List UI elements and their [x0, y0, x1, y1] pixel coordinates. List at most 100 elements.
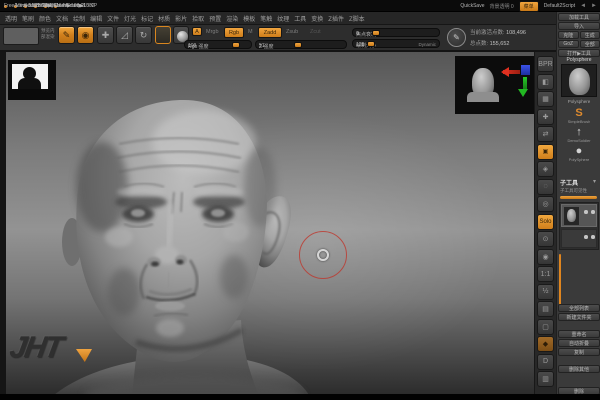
duplicate-button[interactable]: 复制 — [558, 348, 600, 356]
transparency-button[interactable]: ◌ — [537, 178, 554, 195]
menu-item[interactable]: 笔刷 — [21, 14, 35, 23]
auto-collapse-button[interactable]: 自动折叠 — [558, 339, 600, 347]
eye-icon[interactable] — [591, 235, 595, 239]
frame-mesh-button[interactable]: ▣ — [537, 143, 554, 160]
move-button[interactable]: ✚ — [97, 26, 114, 44]
make-polymesh-button[interactable]: 生成 — [579, 31, 600, 39]
menu-item[interactable]: 文档 — [55, 14, 69, 23]
subtool-item-selected[interactable] — [561, 204, 597, 227]
zoom-canvas-button[interactable]: ◉ — [537, 248, 554, 265]
scale-button[interactable]: ◿ — [116, 26, 133, 44]
right-tray-toggle-icon[interactable]: ► — [591, 3, 597, 9]
menu-item[interactable]: 变换 — [310, 14, 324, 23]
tray-scrollbar[interactable] — [559, 254, 561, 306]
dynamic-mode-button[interactable]: D — [537, 353, 554, 370]
eye-icon[interactable] — [584, 235, 588, 239]
local-transform-button[interactable]: ✚ — [537, 108, 554, 125]
subtool-visibility-slider[interactable] — [560, 196, 597, 199]
pan-doc-button[interactable]: ▢ — [537, 318, 554, 335]
draw-size-slider[interactable]: 绘制大小 128 Dynamic — [352, 39, 440, 49]
grid-button[interactable]: ▥ — [537, 371, 554, 387]
alpha-channel-toggle[interactable]: A — [192, 27, 202, 36]
menu-item[interactable]: 拾取 — [191, 14, 205, 23]
zcut-toggle[interactable]: Zcut — [310, 29, 321, 35]
rename-button[interactable]: 重命名 — [558, 330, 600, 338]
flat-shade-button[interactable]: ◆ — [537, 336, 554, 352]
menu-item[interactable]: 模板 — [242, 14, 256, 23]
copy-tool-button[interactable]: 打开▶工具 — [558, 49, 600, 57]
z-axis-cube-icon[interactable] — [521, 65, 530, 75]
lightbox-preview-swatch[interactable] — [3, 27, 39, 45]
solo-mode-button[interactable]: Solo — [537, 213, 554, 230]
sculpted-head-model[interactable] — [24, 92, 344, 394]
menu-item[interactable]: 笔触 — [259, 14, 273, 23]
ls-symmetry-button[interactable]: ⇄ — [537, 126, 554, 142]
goz-button[interactable]: GoZ — [558, 40, 579, 48]
rgb-intensity-slider[interactable]: Rgb 强度 100 — [184, 40, 252, 50]
menu-item[interactable]: 文件 — [106, 14, 120, 23]
dynamic-draw-size-toggle[interactable]: Dynamic — [418, 42, 436, 47]
menu-item[interactable]: 透明 — [4, 14, 18, 23]
draw-button[interactable]: ◉ — [77, 26, 94, 44]
menu-item[interactable]: Z插件 — [327, 14, 345, 23]
new-folder-button[interactable]: 新建文件夹 — [558, 313, 600, 321]
menu-item[interactable]: 工具 — [293, 14, 307, 23]
line-fill-button[interactable]: ▤ — [537, 301, 554, 317]
menu-item[interactable]: 标记 — [140, 14, 154, 23]
brush-stroke-button[interactable]: ✎ — [447, 28, 466, 47]
edit-button[interactable]: ✎ — [58, 26, 75, 44]
import-button[interactable]: 导入 — [558, 22, 600, 30]
subtool-section-header[interactable]: 子工具 — [560, 178, 578, 187]
floor-grid-button[interactable]: ▦ — [537, 91, 554, 107]
bpr-render-button[interactable]: BPR — [537, 56, 554, 72]
scroll-canvas-button[interactable]: ⊙ — [537, 231, 554, 247]
menu-item[interactable]: 颜色 — [38, 14, 52, 23]
goz-all-button[interactable]: 全部 — [579, 40, 600, 48]
zadd-toggle[interactable]: Zadd — [258, 27, 282, 38]
recent-tool-item[interactable]: S SimpleBrush — [557, 107, 600, 124]
see-through-slider[interactable]: 背景透明 0 — [490, 3, 514, 10]
menu-item[interactable]: 影片 — [174, 14, 188, 23]
menu-item[interactable]: 绘制 — [72, 14, 86, 23]
rgb-toggle[interactable]: Rgb — [224, 27, 244, 38]
slider-handle[interactable] — [294, 41, 303, 48]
document-canvas[interactable]: JHT — [6, 52, 534, 394]
menu-item[interactable]: 编辑 — [89, 14, 103, 23]
recent-tool-item[interactable]: ↑ DemoSoldier — [557, 126, 600, 143]
eye-icon[interactable] — [584, 210, 588, 214]
mrgb-toggle[interactable]: Mrgb — [206, 29, 219, 35]
chevron-down-icon[interactable]: ▾ — [593, 178, 596, 185]
slider-handle[interactable] — [372, 29, 381, 36]
subtool-item[interactable] — [561, 229, 597, 248]
menu-item[interactable]: 渲染 — [225, 14, 239, 23]
quicksave-button[interactable]: QuickSave — [460, 3, 484, 9]
menu-item[interactable]: 预置 — [208, 14, 222, 23]
left-tray-toggle-icon[interactable]: ◄ — [580, 3, 586, 9]
perspective-button[interactable]: ◧ — [537, 73, 554, 90]
menu-item[interactable]: 材质 — [157, 14, 171, 23]
menu-item[interactable]: Z脚本 — [348, 14, 366, 23]
actual-size-button[interactable]: 1:1 — [537, 266, 554, 282]
slider-handle[interactable] — [367, 40, 376, 47]
polyframe-button[interactable]: ◈ — [537, 161, 554, 177]
load-tool-button[interactable]: 加载工具 — [558, 13, 600, 21]
menu-item[interactable]: 纹理 — [276, 14, 290, 23]
brush-preview-swatch[interactable] — [155, 26, 171, 44]
rotate-button[interactable]: ↻ — [135, 26, 152, 44]
menu-item[interactable]: 灯光 — [123, 14, 137, 23]
clone-button[interactable]: 克隆 — [558, 31, 579, 39]
slider-handle[interactable] — [232, 41, 241, 48]
recent-tool-item[interactable]: ● PolySphere — [557, 145, 600, 162]
ghost-mode-button[interactable]: ◎ — [537, 196, 554, 212]
default-zscript-button[interactable]: Default2Script — [544, 3, 575, 9]
aa-half-button[interactable]: ½ — [537, 283, 554, 300]
focal-shift-slider[interactable]: 焦点衰减 0 — [352, 28, 440, 38]
active-tool-thumbnail[interactable] — [561, 64, 597, 97]
delete-other-button[interactable]: 删除其他 — [558, 365, 600, 373]
eye-icon[interactable] — [591, 210, 595, 214]
menus-toggle-button[interactable]: 菜单 — [518, 0, 539, 12]
m-toggle[interactable]: M — [248, 29, 253, 35]
list-all-button[interactable]: 全部列表 — [558, 304, 600, 312]
z-intensity-slider[interactable]: Z 强度 51 — [255, 40, 347, 50]
zsub-toggle[interactable]: Zsub — [286, 29, 298, 35]
